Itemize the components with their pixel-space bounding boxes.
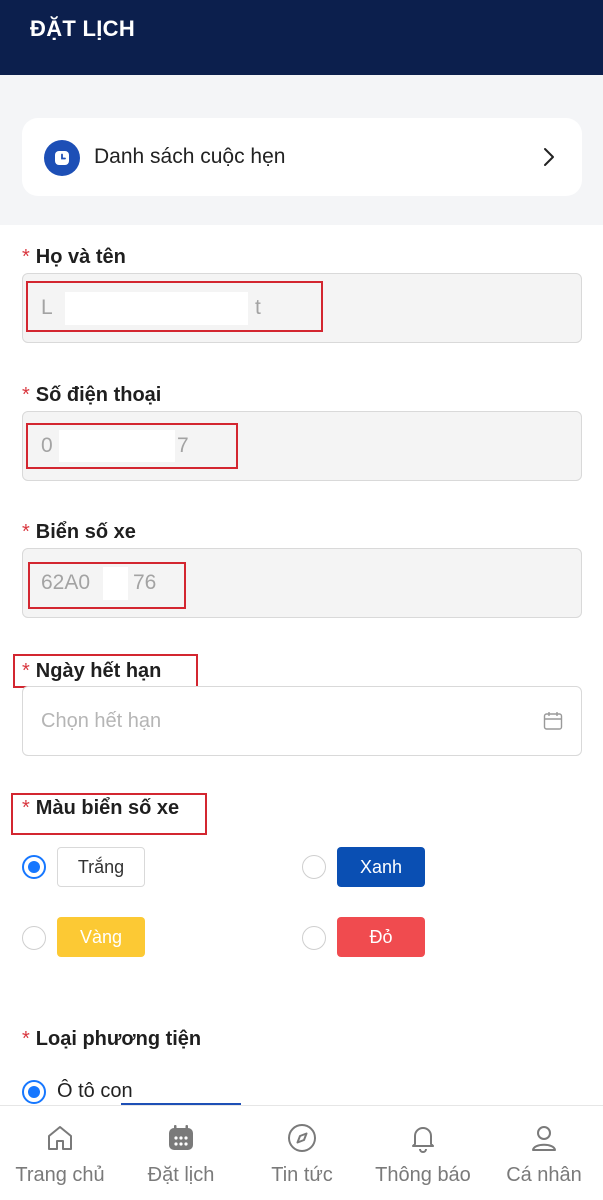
- chip-plate-white[interactable]: Trắng: [57, 847, 145, 887]
- tab-home[interactable]: Trang chủ: [0, 1106, 120, 1200]
- expiry-date-picker[interactable]: Chọn hết hạn: [22, 686, 582, 756]
- user-icon: [532, 1126, 556, 1151]
- plate-label: * Biển số xe: [22, 521, 136, 543]
- tab-notifications-label: Thông báo: [375, 1164, 471, 1186]
- tab-news-label: Tin tức: [271, 1164, 333, 1186]
- clock-icon: [44, 140, 80, 176]
- phone-label: * Số điện thoại: [22, 384, 162, 406]
- app-header: ĐẶT LỊCH: [0, 0, 603, 75]
- appointment-list-label: Danh sách cuộc hẹn: [94, 145, 286, 168]
- radio-vehicle-car[interactable]: [22, 1080, 46, 1104]
- chip-plate-red[interactable]: Đỏ: [337, 917, 425, 957]
- appointment-list-card[interactable]: Danh sách cuộc hẹn: [22, 118, 582, 196]
- chevron-right-icon: [544, 148, 554, 166]
- page-title: ĐẶT LỊCH: [30, 16, 136, 41]
- tab-booking[interactable]: Đặt lịch: [121, 1106, 241, 1200]
- name-label: * Họ và tên: [22, 246, 126, 268]
- expiry-placeholder: Chọn hết hạn: [41, 710, 162, 732]
- radio-plate-red[interactable]: [302, 926, 326, 950]
- radio-plate-white[interactable]: [22, 855, 46, 879]
- vehicle-option-label[interactable]: Ô tô con: [57, 1080, 133, 1103]
- highlight-box: [13, 654, 198, 688]
- tab-profile[interactable]: Cá nhân: [484, 1106, 603, 1200]
- calendar-icon: [543, 712, 563, 730]
- home-icon: [48, 1126, 72, 1150]
- required-mark: *: [22, 246, 30, 268]
- highlight-box: [26, 423, 238, 469]
- bottom-tab-bar: Trang chủ Đặt lịch Tin tức Thông báo Cá …: [0, 1105, 603, 1200]
- tab-news[interactable]: Tin tức: [242, 1106, 362, 1200]
- highlight-box: [26, 281, 323, 332]
- tab-notifications[interactable]: Thông báo: [363, 1106, 483, 1200]
- chip-plate-yellow[interactable]: Vàng: [57, 917, 145, 957]
- calendar-icon: [169, 1125, 193, 1150]
- bell-icon: [412, 1127, 434, 1153]
- radio-plate-blue[interactable]: [302, 855, 326, 879]
- chip-plate-blue[interactable]: Xanh: [337, 847, 425, 887]
- tab-booking-label: Đặt lịch: [147, 1164, 215, 1186]
- tab-profile-label: Cá nhân: [506, 1164, 582, 1186]
- highlight-box: [11, 793, 207, 835]
- highlight-box: [28, 562, 186, 609]
- compass-icon: [288, 1124, 316, 1152]
- tab-home-label: Trang chủ: [15, 1164, 105, 1186]
- radio-plate-yellow[interactable]: [22, 926, 46, 950]
- vehicle-type-label: * Loại phương tiện: [22, 1028, 202, 1050]
